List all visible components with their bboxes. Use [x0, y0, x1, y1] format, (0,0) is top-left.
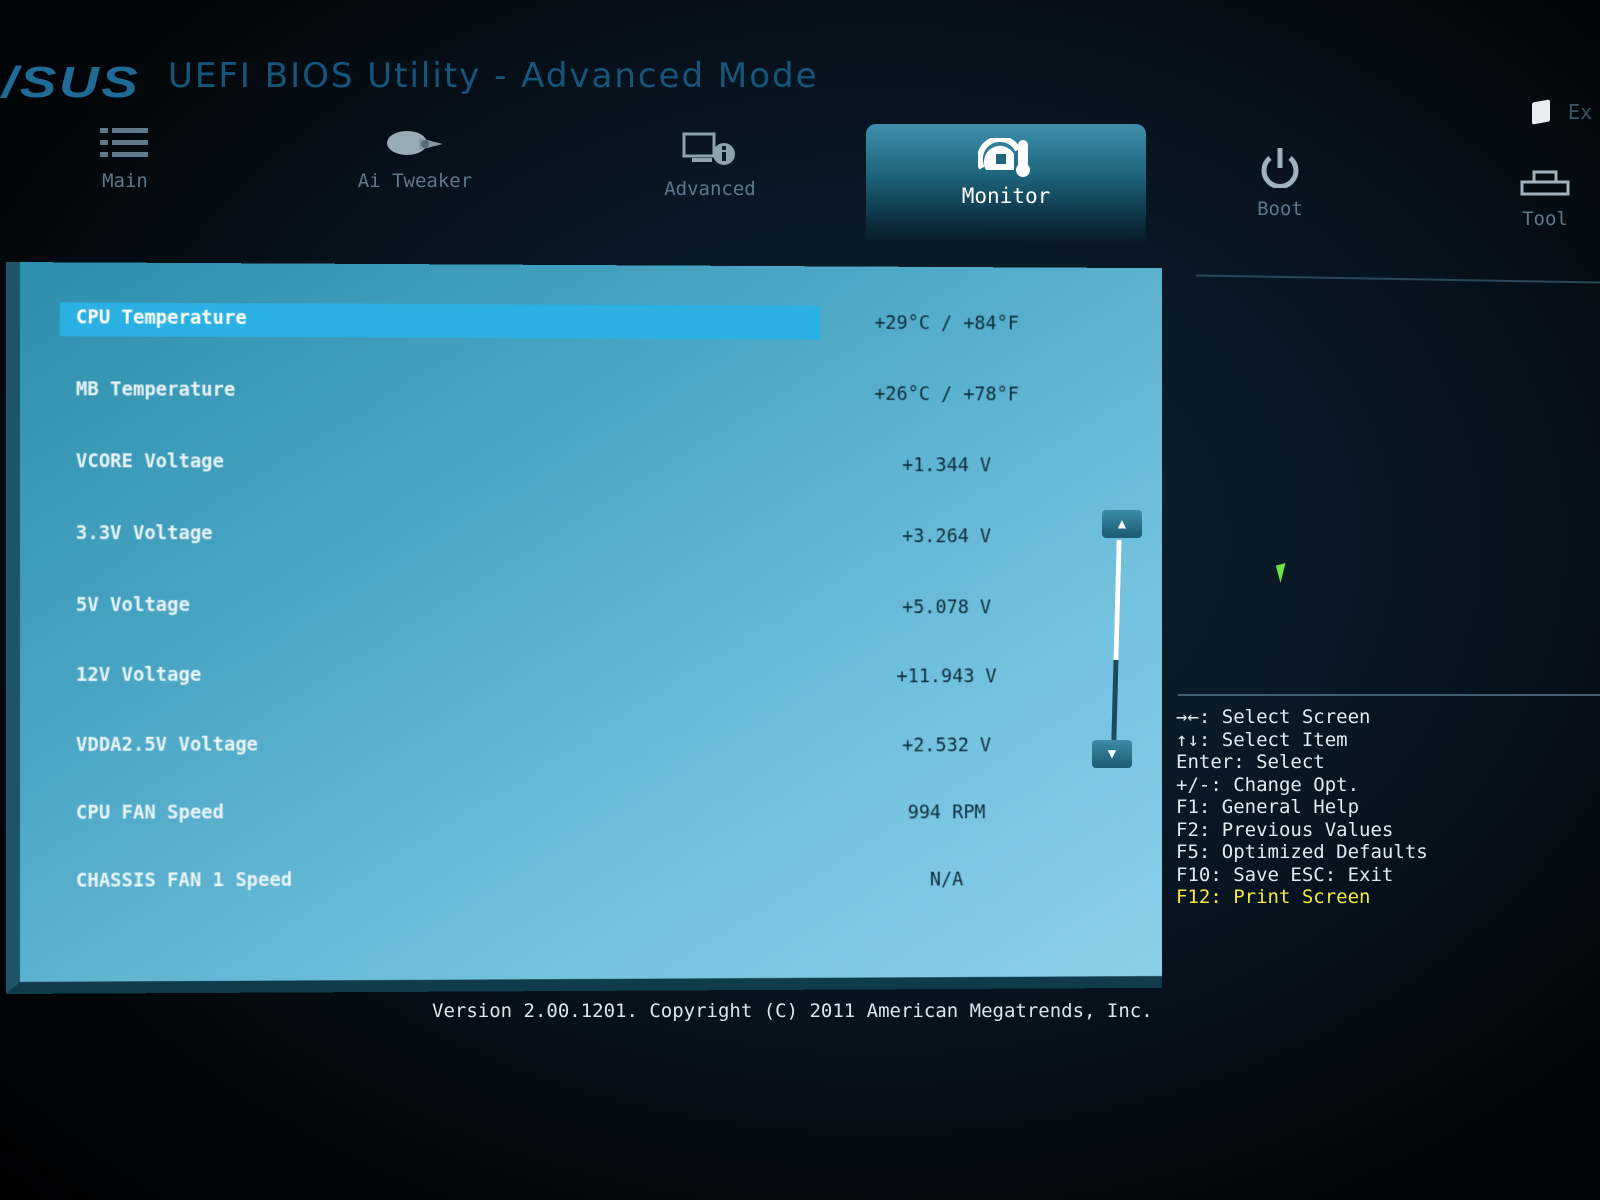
monitor-row-mb-temperature[interactable]: MB Temperature +26°C / +78°F: [60, 374, 1141, 413]
help-line: F5: Optimized Defaults: [1176, 841, 1428, 863]
tab-ai-tweaker[interactable]: Ai Tweaker: [330, 126, 500, 192]
help-line: →←: Select Screen: [1176, 706, 1371, 728]
tab-boot[interactable]: Boot: [1220, 148, 1340, 220]
tab-advanced-label: Advanced: [664, 178, 756, 200]
row-label: 5V Voltage: [75, 594, 190, 617]
mouse-cursor-icon: [1275, 563, 1291, 583]
exit-button[interactable]: Ex: [1532, 98, 1593, 125]
row-value: N/A: [929, 868, 964, 891]
scroll-up-button[interactable]: ▲: [1102, 510, 1142, 538]
tab-tool[interactable]: Tool: [1490, 168, 1600, 230]
title-bar: /SUS UEFI BIOS Utility - Advanced Mode: [0, 48, 900, 108]
thermometer-gauge-icon: [978, 138, 1030, 177]
help-line: +/-: Change Opt.: [1176, 773, 1360, 796]
tool-icon: [1520, 170, 1570, 196]
monitor-row-cpu-temperature[interactable]: CPU Temperature +29°C / +84°F: [59, 302, 1141, 343]
help-line: F1: General Help: [1176, 796, 1360, 818]
version-footer: Version 2.00.1201. Copyright (C) 2011 Am…: [432, 1000, 1153, 1022]
row-value: +29°C / +84°F: [874, 312, 1019, 335]
tab-main[interactable]: Main: [60, 126, 190, 192]
exit-icon: [1532, 98, 1550, 125]
tab-boot-label: Boot: [1257, 198, 1303, 220]
asus-logo: /SUS: [2, 58, 141, 107]
monitor-row-3v3-voltage[interactable]: 3.3V Voltage +3.264 V: [60, 518, 1141, 555]
tab-main-label: Main: [102, 170, 148, 192]
row-label: MB Temperature: [75, 378, 236, 401]
divider: [1196, 274, 1600, 284]
row-label: CHASSIS FAN 1 Speed: [75, 868, 293, 892]
row-value: +11.943 V: [896, 665, 997, 688]
row-value: +1.344 V: [902, 454, 992, 477]
list-icon: [100, 128, 148, 157]
row-label: CPU Temperature: [75, 306, 247, 330]
advanced-info-icon: [682, 132, 735, 165]
row-value: +5.078 V: [902, 596, 992, 619]
tweaker-icon: [387, 131, 443, 155]
tab-ai-tweaker-label: Ai Tweaker: [357, 170, 473, 192]
window-title: UEFI BIOS Utility - Advanced Mode: [168, 56, 819, 96]
tab-tool-label: Tool: [1522, 208, 1568, 230]
row-label: 3.3V Voltage: [75, 522, 213, 545]
scroll-down-button[interactable]: ▼: [1092, 740, 1132, 768]
help-line: F10: Save ESC: Exit: [1176, 863, 1394, 886]
monitor-panel: CPU Temperature +29°C / +84°F MB Tempera…: [6, 262, 1162, 994]
help-line: F2: Previous Values: [1176, 818, 1394, 841]
key-help-panel: →←: Select Screen ↑↓: Select Item Enter:…: [1176, 706, 1428, 909]
row-value: +3.264 V: [902, 525, 992, 548]
row-label: 12V Voltage: [75, 663, 202, 686]
divider: [1178, 694, 1600, 696]
row-label: VDDA2.5V Voltage: [75, 733, 259, 756]
tab-advanced[interactable]: Advanced: [630, 132, 790, 200]
exit-label: Ex: [1568, 99, 1593, 124]
row-value: +2.532 V: [902, 734, 992, 757]
help-line: Enter: Select: [1176, 751, 1325, 773]
help-line-print-screen: F12: Print Screen: [1176, 886, 1371, 908]
monitor-row-vdda25v-voltage[interactable]: VDDA2.5V Voltage +2.532 V: [60, 728, 1141, 766]
tab-monitor-label: Monitor: [961, 184, 1051, 208]
chevron-down-icon: ▼: [1107, 746, 1117, 762]
row-value: 994 RPM: [907, 801, 986, 824]
row-label: VCORE Voltage: [75, 450, 224, 473]
monitor-row-chassis-fan-1-speed[interactable]: CHASSIS FAN 1 Speed N/A: [60, 862, 1141, 902]
power-icon: [1261, 148, 1299, 188]
monitor-row-cpu-fan-speed[interactable]: CPU FAN Speed 994 RPM: [60, 795, 1141, 834]
chevron-up-icon: ▲: [1117, 516, 1127, 532]
row-label: CPU FAN Speed: [75, 801, 224, 824]
row-value: +26°C / +78°F: [874, 383, 1019, 406]
help-line: ↑↓: Select Item: [1176, 728, 1348, 751]
monitor-row-vcore-voltage[interactable]: VCORE Voltage +1.344 V: [60, 446, 1141, 484]
tab-monitor[interactable]: Monitor: [866, 124, 1146, 244]
monitor-row-12v-voltage[interactable]: 12V Voltage +11.943 V: [60, 659, 1141, 695]
monitor-row-5v-voltage[interactable]: 5V Voltage +5.078 V: [60, 590, 1141, 626]
